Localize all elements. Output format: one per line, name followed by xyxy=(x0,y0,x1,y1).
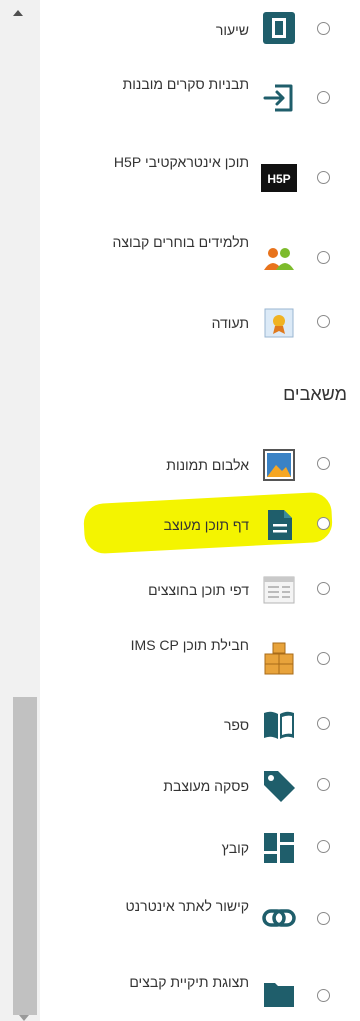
activity-option-survey[interactable]: תבניות סקרים מובנות xyxy=(44,60,360,138)
group-choice-icon xyxy=(264,248,294,270)
radio-button[interactable] xyxy=(317,171,330,184)
resource-option-page[interactable]: דף תוכן מעוצב xyxy=(44,498,360,552)
radio-button[interactable] xyxy=(317,251,330,264)
h5p-icon: H5P xyxy=(261,164,297,192)
resource-label: קישור לאתר אינטרנט xyxy=(125,898,249,914)
resource-label: ספר xyxy=(223,717,249,733)
scroll-up-arrow-icon[interactable] xyxy=(13,10,23,16)
radio-button[interactable] xyxy=(317,778,330,791)
tag-icon xyxy=(264,771,295,802)
radio-button[interactable] xyxy=(317,22,330,35)
resource-option-formatted-paragraph[interactable]: פסקה מעוצבת xyxy=(44,756,360,816)
resource-label: תצוגת תיקיית קבצים xyxy=(129,974,249,990)
radio-button[interactable] xyxy=(317,582,330,595)
svg-text:H5P: H5P xyxy=(267,172,290,186)
radio-button[interactable] xyxy=(317,91,330,104)
scrollbar[interactable] xyxy=(0,0,40,1021)
ims-package-icon xyxy=(264,642,294,675)
file-icon xyxy=(264,833,294,863)
scroll-thumb[interactable] xyxy=(13,697,37,1015)
book-icon xyxy=(264,711,294,739)
resource-option-tabbed-pages[interactable]: דפי תוכן בחוצצים xyxy=(44,558,360,622)
activity-label: תוכן אינטראקטיבי H5P xyxy=(113,154,249,170)
radio-button[interactable] xyxy=(317,912,330,925)
radio-button[interactable] xyxy=(317,652,330,665)
resource-option-folder[interactable]: תצוגת תיקיית קבצים xyxy=(44,956,360,1021)
resource-label: פסקה מעוצבת xyxy=(163,778,249,794)
radio-button[interactable] xyxy=(317,457,330,470)
scroll-down-arrow-icon[interactable] xyxy=(19,1015,29,1021)
certificate-icon xyxy=(264,308,294,338)
activity-option-lesson[interactable]: שיעור xyxy=(44,0,360,60)
resource-option-book[interactable]: ספר xyxy=(44,696,360,754)
folder-icon xyxy=(264,983,294,1007)
resources-section-title: משאבים xyxy=(283,384,347,404)
resource-option-url[interactable]: קישור לאתר אינטרנט xyxy=(44,880,360,956)
tabbed-pages-icon xyxy=(263,576,295,604)
resource-label: חבילת תוכן IMS CP xyxy=(130,637,249,653)
image-album-icon xyxy=(263,449,295,481)
resource-label: אלבום תמונות xyxy=(166,457,249,473)
survey-enter-icon xyxy=(263,84,293,112)
activity-label: שיעור xyxy=(215,22,249,38)
resource-option-ims-cp[interactable]: חבילת תוכן IMS CP xyxy=(44,622,360,694)
activity-option-certificate[interactable]: תעודה xyxy=(44,298,360,348)
radio-button[interactable] xyxy=(317,989,330,1002)
resource-label: קובץ xyxy=(221,840,249,856)
activity-label: תלמידים בוחרים קבוצה xyxy=(112,234,250,250)
radio-button[interactable] xyxy=(317,315,330,328)
resource-label: דפי תוכן בחוצצים xyxy=(148,582,249,598)
activity-label: תעודה xyxy=(211,315,249,331)
resource-option-file[interactable]: קובץ xyxy=(44,818,360,878)
radio-button[interactable] xyxy=(317,717,330,730)
resource-label: דף תוכן מעוצב xyxy=(163,517,249,533)
page-icon xyxy=(268,510,292,540)
activity-label: תבניות סקרים מובנות xyxy=(122,76,249,92)
radio-button[interactable] xyxy=(317,840,330,853)
resource-option-image-album[interactable]: אלבום תמונות xyxy=(44,438,360,492)
activity-option-h5p[interactable]: H5P תוכן אינטראקטיבי H5P xyxy=(44,138,360,218)
activity-option-group-choice[interactable]: תלמידים בוחרים קבוצה xyxy=(44,218,360,298)
lesson-icon xyxy=(263,12,295,44)
radio-button[interactable] xyxy=(317,517,330,530)
link-icon xyxy=(262,909,296,927)
